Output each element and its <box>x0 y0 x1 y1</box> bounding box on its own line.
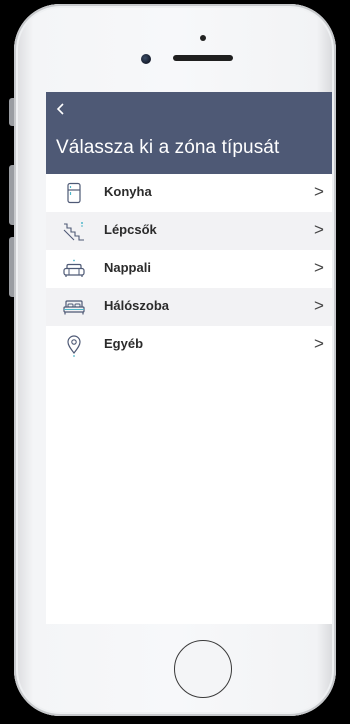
home-button[interactable] <box>174 640 232 698</box>
stairs-icon <box>63 222 84 241</box>
list-item-label: Lépcsők <box>104 222 157 237</box>
bed-icon <box>63 300 85 315</box>
front-camera <box>141 54 151 64</box>
back-button[interactable] <box>52 98 74 120</box>
mute-switch <box>9 98 14 126</box>
list-item-lepcsok[interactable]: Lépcsők > <box>46 212 332 250</box>
location-pin-icon <box>67 335 81 357</box>
chevron-right-icon: > <box>314 296 324 315</box>
page-title: Válassza ki a zóna típusát <box>56 137 280 158</box>
fridge-icon <box>67 182 81 204</box>
chevron-left-icon <box>56 103 64 115</box>
chevron-right-icon: > <box>314 220 324 239</box>
app-screen: Válassza ki a zóna típusát Konyha > Lépc… <box>46 92 332 624</box>
list-item-label: Nappali <box>104 260 151 275</box>
list-item-nappali[interactable]: Nappali > <box>46 250 332 288</box>
volume-up-button <box>9 165 14 225</box>
list-item-egyeb[interactable]: Egyéb > <box>46 326 332 364</box>
phone-frame: Válassza ki a zóna típusát Konyha > Lépc… <box>14 4 336 716</box>
chevron-right-icon: > <box>314 258 324 277</box>
list-item-label: Egyéb <box>104 336 144 351</box>
list-item-label: Hálószoba <box>104 298 170 313</box>
earpiece-speaker <box>173 55 233 61</box>
header-bar: Válassza ki a zóna típusát <box>46 92 332 174</box>
chevron-right-icon: > <box>314 334 324 353</box>
list-item-konyha[interactable]: Konyha > <box>46 174 332 212</box>
volume-down-button <box>9 237 14 297</box>
sofa-icon <box>63 259 85 277</box>
zone-type-list: Konyha > Lépcsők > Nappali > Hálószoba >… <box>46 174 332 364</box>
list-item-haloszoba[interactable]: Hálószoba > <box>46 288 332 326</box>
list-item-label: Konyha <box>104 184 152 199</box>
proximity-sensor <box>200 35 206 41</box>
chevron-right-icon: > <box>314 182 324 201</box>
